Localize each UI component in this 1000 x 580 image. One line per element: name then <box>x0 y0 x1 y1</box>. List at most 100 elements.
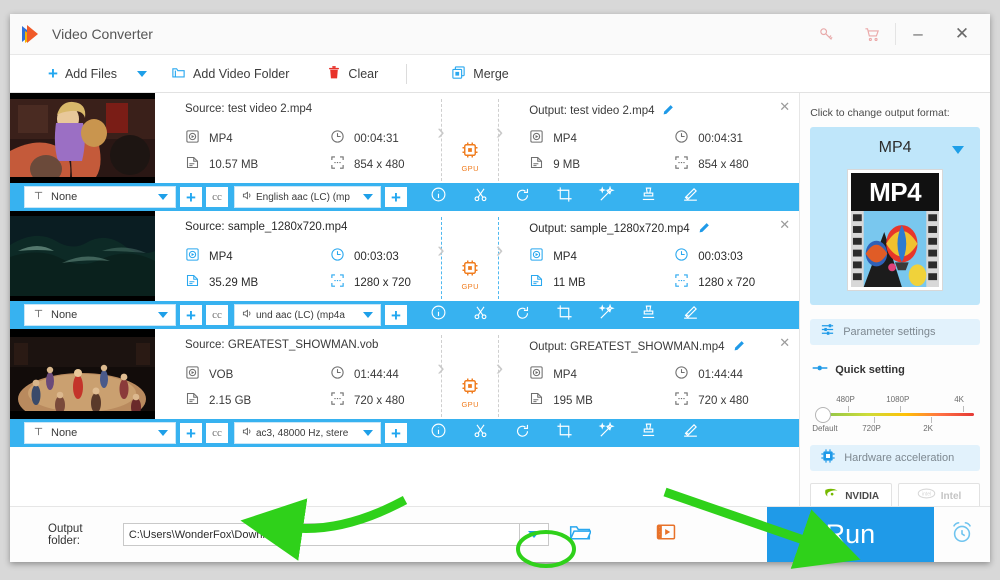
effects-button[interactable] <box>585 183 627 211</box>
output-folder-dropdown[interactable] <box>520 523 550 546</box>
divider <box>406 63 408 84</box>
add-audio-button[interactable]: + <box>385 187 407 207</box>
remove-file-button[interactable]: ✕ <box>779 336 790 349</box>
source-size: 35.29 MB <box>185 273 330 293</box>
cut-button[interactable] <box>459 183 501 211</box>
quality-slider[interactable]: 480P 1080P 4K Default 720P 2K <box>812 395 978 439</box>
trash-icon <box>327 65 341 83</box>
output-filename: Output: GREATEST_SHOWMAN.mp4 <box>529 339 799 355</box>
merge-button[interactable]: Merge <box>441 55 518 92</box>
watermark-button[interactable] <box>627 301 669 329</box>
effects-button[interactable] <box>585 419 627 447</box>
clock-icon <box>330 247 345 267</box>
subtitle-edit-icon <box>682 186 699 208</box>
audio-track-select[interactable]: ac3, 48000 Hz, stere <box>234 422 381 444</box>
cut-button[interactable] <box>459 419 501 447</box>
slider-handle[interactable] <box>815 407 832 423</box>
add-video-folder-button[interactable]: Add Video Folder <box>161 55 299 92</box>
source-size: 2.15 GB <box>185 391 330 411</box>
crop-button[interactable] <box>543 183 585 211</box>
minimize-button[interactable]: – <box>896 14 940 54</box>
cart-icon[interactable] <box>849 14 895 54</box>
add-subtitle-button[interactable]: + <box>180 305 202 325</box>
remove-file-button[interactable]: ✕ <box>779 218 790 231</box>
info-button[interactable] <box>417 419 459 447</box>
file-item[interactable]: Source: sample_1280x720.mp4 MP4 00:03:03… <box>10 211 800 329</box>
quick-setting-label: Quick setting <box>835 364 905 376</box>
source-info: Source: sample_1280x720.mp4 MP4 00:03:03… <box>155 211 441 301</box>
resolution-icon <box>674 155 689 175</box>
file-row[interactable]: Source: sample_1280x720.mp4 MP4 00:03:03… <box>10 211 800 301</box>
quick-setting-row: Quick setting <box>812 361 990 379</box>
resolution-icon <box>674 391 689 411</box>
remove-file-button[interactable]: ✕ <box>779 100 790 113</box>
alarm-clock-icon <box>949 520 975 549</box>
file-list: Source: test video 2.mp4 MP4 00:04:31 10… <box>10 93 800 525</box>
watermark-button[interactable] <box>627 419 669 447</box>
intel-icon: intel <box>917 487 936 505</box>
crop-button[interactable] <box>543 301 585 329</box>
video-thumbnail[interactable] <box>10 329 155 419</box>
file-item[interactable]: Source: GREATEST_SHOWMAN.vob VOB 01:44:4… <box>10 329 800 447</box>
output-format-selector[interactable]: MP4 MP4 <box>810 127 980 305</box>
clock-icon <box>330 129 345 149</box>
source-filename: Source: sample_1280x720.mp4 <box>185 221 348 233</box>
cc-button[interactable]: cc <box>206 305 228 325</box>
source-filename: Source: test video 2.mp4 <box>185 103 313 115</box>
audio-track-select[interactable]: und aac (LC) (mp4a <box>234 304 381 326</box>
add-subtitle-button[interactable]: + <box>180 423 202 443</box>
quick-setting-icon <box>812 361 828 379</box>
video-thumbnail[interactable] <box>10 93 155 183</box>
subtitle-select[interactable]: None <box>24 422 176 444</box>
watermark-button[interactable] <box>627 183 669 211</box>
subtitle-edit-button[interactable] <box>669 183 711 211</box>
chevron-down-icon[interactable] <box>137 70 148 77</box>
rotate-button[interactable] <box>501 301 543 329</box>
subtitle-edit-button[interactable] <box>669 301 711 329</box>
pencil-icon[interactable] <box>698 221 711 237</box>
effects-button[interactable] <box>585 301 627 329</box>
cc-button[interactable]: cc <box>206 423 228 443</box>
video-library-button[interactable] <box>644 507 689 562</box>
svg-text:intel: intel <box>922 492 931 498</box>
pencil-icon[interactable] <box>733 339 746 355</box>
hardware-acceleration-button[interactable]: Hardware acceleration <box>810 445 980 471</box>
key-icon[interactable] <box>803 14 849 54</box>
effects-icon <box>598 421 615 444</box>
add-audio-button[interactable]: + <box>385 423 407 443</box>
rotate-button[interactable] <box>501 419 543 447</box>
cc-icon: cc <box>212 427 222 439</box>
rotate-icon <box>514 304 531 326</box>
rotate-button[interactable] <box>501 183 543 211</box>
add-subtitle-button[interactable]: + <box>180 187 202 207</box>
chevron-down-icon[interactable] <box>952 146 964 154</box>
file-row[interactable]: Source: test video 2.mp4 MP4 00:04:31 10… <box>10 93 800 183</box>
cc-button[interactable]: cc <box>206 187 228 207</box>
cut-button[interactable] <box>459 301 501 329</box>
run-button[interactable]: Run <box>766 507 935 562</box>
close-button[interactable]: ✕ <box>940 14 984 54</box>
info-button[interactable] <box>417 301 459 329</box>
video-thumbnail[interactable] <box>10 211 155 301</box>
schedule-button[interactable] <box>934 507 990 562</box>
file-item[interactable]: Source: test video 2.mp4 MP4 00:04:31 10… <box>10 93 800 211</box>
parameter-settings-button[interactable]: Parameter settings <box>810 319 980 345</box>
file-row[interactable]: Source: GREATEST_SHOWMAN.vob VOB 01:44:4… <box>10 329 800 419</box>
open-folder-button[interactable] <box>557 507 602 562</box>
filesize-icon <box>529 273 544 293</box>
rotate-icon <box>514 186 531 208</box>
subtitle-edit-button[interactable] <box>669 419 711 447</box>
clear-button[interactable]: Clear <box>317 55 388 92</box>
pencil-icon[interactable] <box>662 103 675 119</box>
add-audio-button[interactable]: + <box>385 305 407 325</box>
subtitle-select[interactable]: None <box>24 186 176 208</box>
info-button[interactable] <box>417 183 459 211</box>
output-info: Output: GREATEST_SHOWMAN.mp4 MP4 01:44:4… <box>499 329 799 419</box>
add-files-button[interactable]: + Add Files <box>38 55 127 92</box>
audio-track-select[interactable]: English aac (LC) (mp <box>234 186 381 208</box>
subtitle-select[interactable]: None <box>24 304 176 326</box>
output-folder-input[interactable]: C:\Users\WonderFox\Downloads <box>122 523 521 546</box>
chevron-down-icon <box>158 194 168 200</box>
clock-icon <box>674 365 689 385</box>
crop-button[interactable] <box>543 419 585 447</box>
